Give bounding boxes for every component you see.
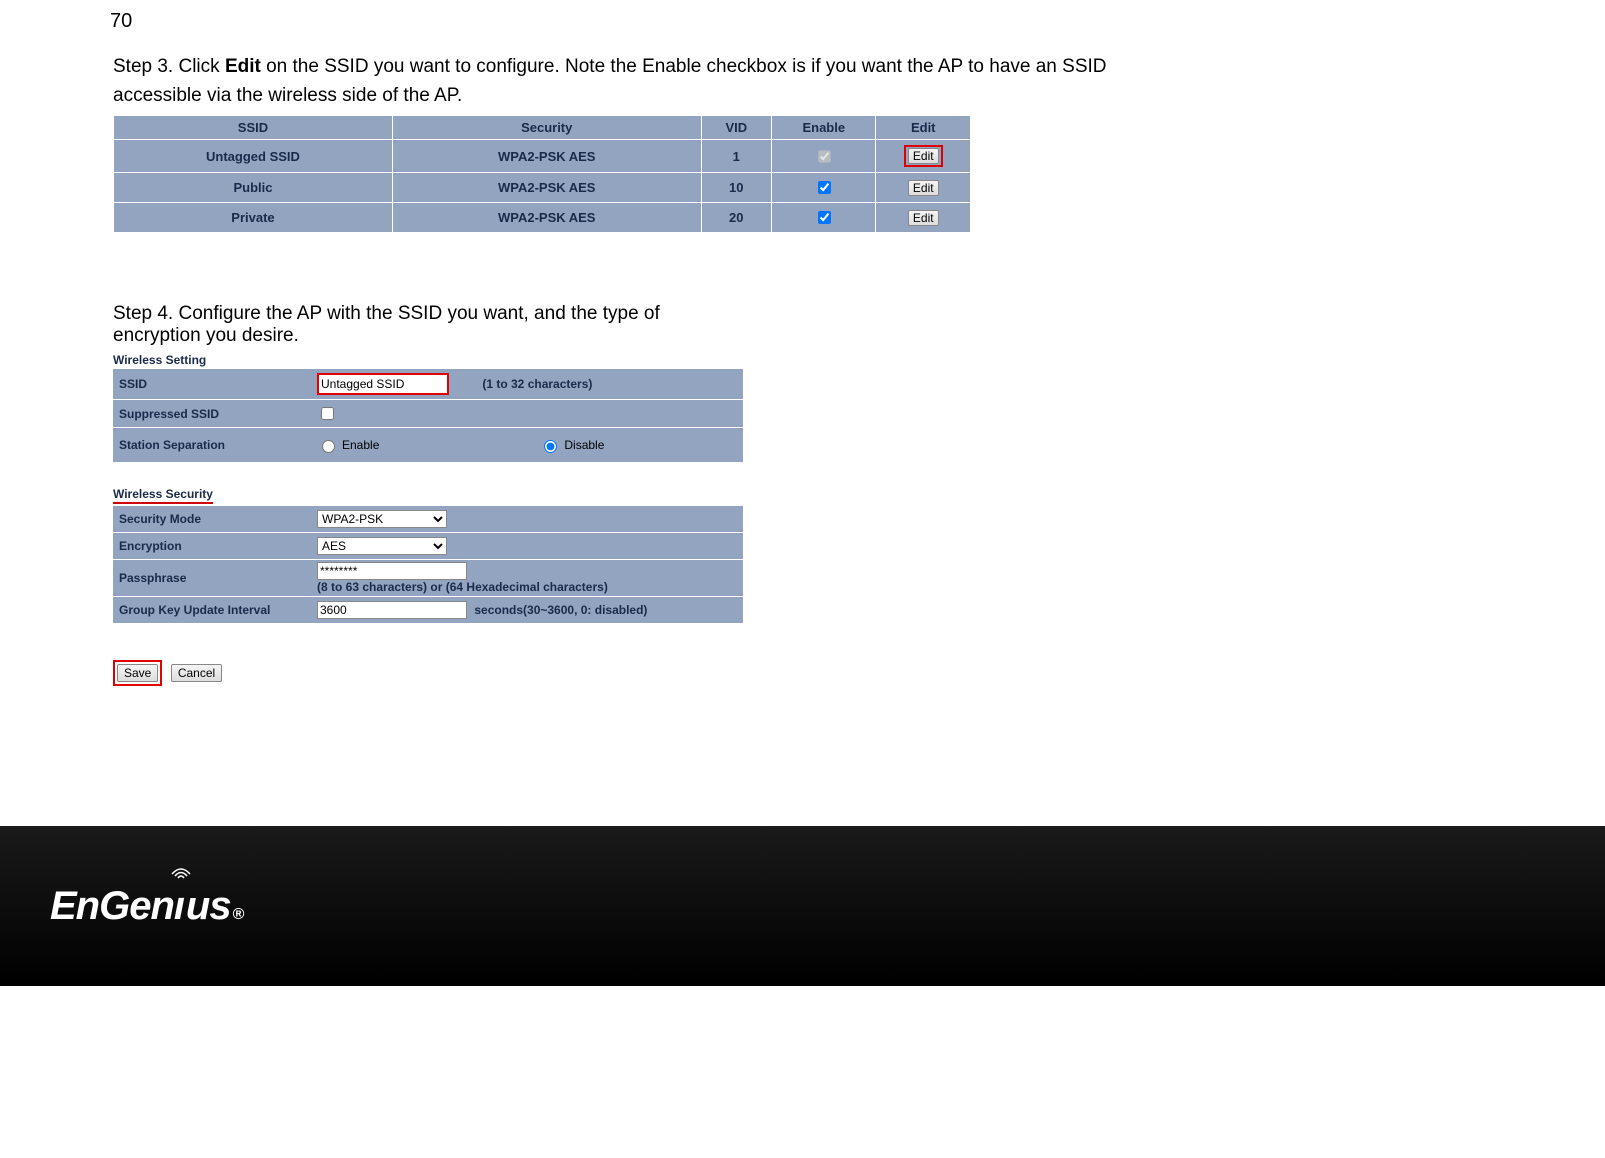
ssid-cell: Untagged SSID: [113, 140, 393, 173]
separation-disable-radio[interactable]: [544, 440, 557, 453]
vid-header: VID: [702, 116, 773, 140]
vid-cell: 1: [702, 140, 773, 173]
save-button-highlight: Save: [113, 660, 162, 686]
edit-cell: Edit: [876, 203, 971, 233]
ssid-header: SSID: [113, 116, 393, 140]
security-cell: WPA2-PSK AES: [393, 203, 702, 233]
group-key-hint: seconds(30~3600, 0: disabled): [474, 603, 647, 617]
encryption-label: Encryption: [113, 533, 313, 560]
table-row: Untagged SSIDWPA2-PSK AES1 Edit: [113, 140, 971, 173]
step3-suffix: on the SSID you want to configure. Note …: [113, 56, 1107, 106]
security-header: Security: [393, 116, 702, 140]
passphrase-label: Passphrase: [113, 560, 313, 597]
separation-enable-radio[interactable]: [322, 440, 335, 453]
step3-text: Step 3. Click Edit on the SSID you want …: [113, 53, 1148, 110]
step3-bold: Edit: [225, 56, 261, 77]
edit-cell: Edit: [876, 140, 971, 173]
ssid-hint: (1 to 32 characters): [482, 377, 592, 391]
enable-cell: [772, 203, 876, 233]
wireless-security-heading: Wireless Security: [113, 487, 213, 504]
ssid-input-highlight: [317, 373, 449, 395]
passphrase-input[interactable]: [317, 562, 467, 580]
step3-prefix: Step 3. Click: [113, 56, 225, 77]
separation-enable-option[interactable]: Enable: [317, 437, 379, 453]
vid-cell: 10: [702, 173, 773, 203]
edit-cell: Edit: [876, 173, 971, 203]
save-button[interactable]: Save: [117, 664, 158, 682]
wireless-setting-heading: Wireless Setting: [113, 353, 743, 367]
security-cell: WPA2-PSK AES: [393, 140, 702, 173]
edit-button[interactable]: Edit: [908, 180, 939, 196]
step4-text: Step 4. Configure the AP with the SSID y…: [113, 303, 743, 347]
ssid-cell: Private: [113, 203, 393, 233]
security-mode-select[interactable]: WPA2-PSK: [317, 510, 447, 528]
enable-header: Enable: [772, 116, 876, 140]
ssid-table: SSID Security VID Enable Edit Untagged S…: [113, 116, 971, 233]
ssid-label: SSID: [113, 369, 313, 400]
group-key-input[interactable]: [317, 601, 467, 619]
wifi-icon: [171, 866, 191, 880]
cancel-button[interactable]: Cancel: [171, 664, 222, 682]
table-row: PrivateWPA2-PSK AES20 Edit: [113, 203, 971, 233]
registered-mark: ®: [233, 906, 244, 924]
page-number: 70: [110, 10, 1250, 33]
edit-button[interactable]: Edit: [908, 148, 939, 164]
suppressed-ssid-checkbox[interactable]: [321, 407, 334, 420]
ssid-cell: Public: [113, 173, 393, 203]
ssid-input[interactable]: [319, 375, 421, 393]
separation-disable-option[interactable]: Disable: [539, 437, 604, 453]
edit-button-highlight: Edit: [904, 145, 943, 167]
wireless-security-heading-wrap: Wireless Security: [113, 487, 743, 504]
security-cell: WPA2-PSK AES: [393, 173, 702, 203]
engenius-logo: EnGen us®: [50, 884, 243, 929]
edit-header: Edit: [876, 116, 971, 140]
vid-cell: 20: [702, 203, 773, 233]
encryption-select[interactable]: AES: [317, 537, 447, 555]
enable-checkbox[interactable]: [818, 150, 831, 163]
table-row: PublicWPA2-PSK AES10 Edit: [113, 173, 971, 203]
suppressed-ssid-label: Suppressed SSID: [113, 400, 313, 428]
separation-disable-label: Disable: [564, 438, 604, 452]
station-separation-label: Station Separation: [113, 428, 313, 463]
group-key-label: Group Key Update Interval: [113, 597, 313, 624]
separation-enable-label: Enable: [342, 438, 379, 452]
wireless-setting-table: SSID (1 to 32 characters) Suppressed SSI…: [113, 369, 743, 463]
enable-checkbox[interactable]: [818, 211, 831, 224]
wireless-security-table: Security Mode WPA2-PSK Encryption AES: [113, 506, 743, 624]
enable-checkbox[interactable]: [818, 181, 831, 194]
enable-cell: [772, 173, 876, 203]
passphrase-hint: (8 to 63 characters) or (64 Hexadecimal …: [317, 580, 608, 594]
footer: EnGen us®: [0, 826, 1605, 986]
edit-button[interactable]: Edit: [908, 210, 939, 226]
security-mode-label: Security Mode: [113, 506, 313, 533]
enable-cell: [772, 140, 876, 173]
